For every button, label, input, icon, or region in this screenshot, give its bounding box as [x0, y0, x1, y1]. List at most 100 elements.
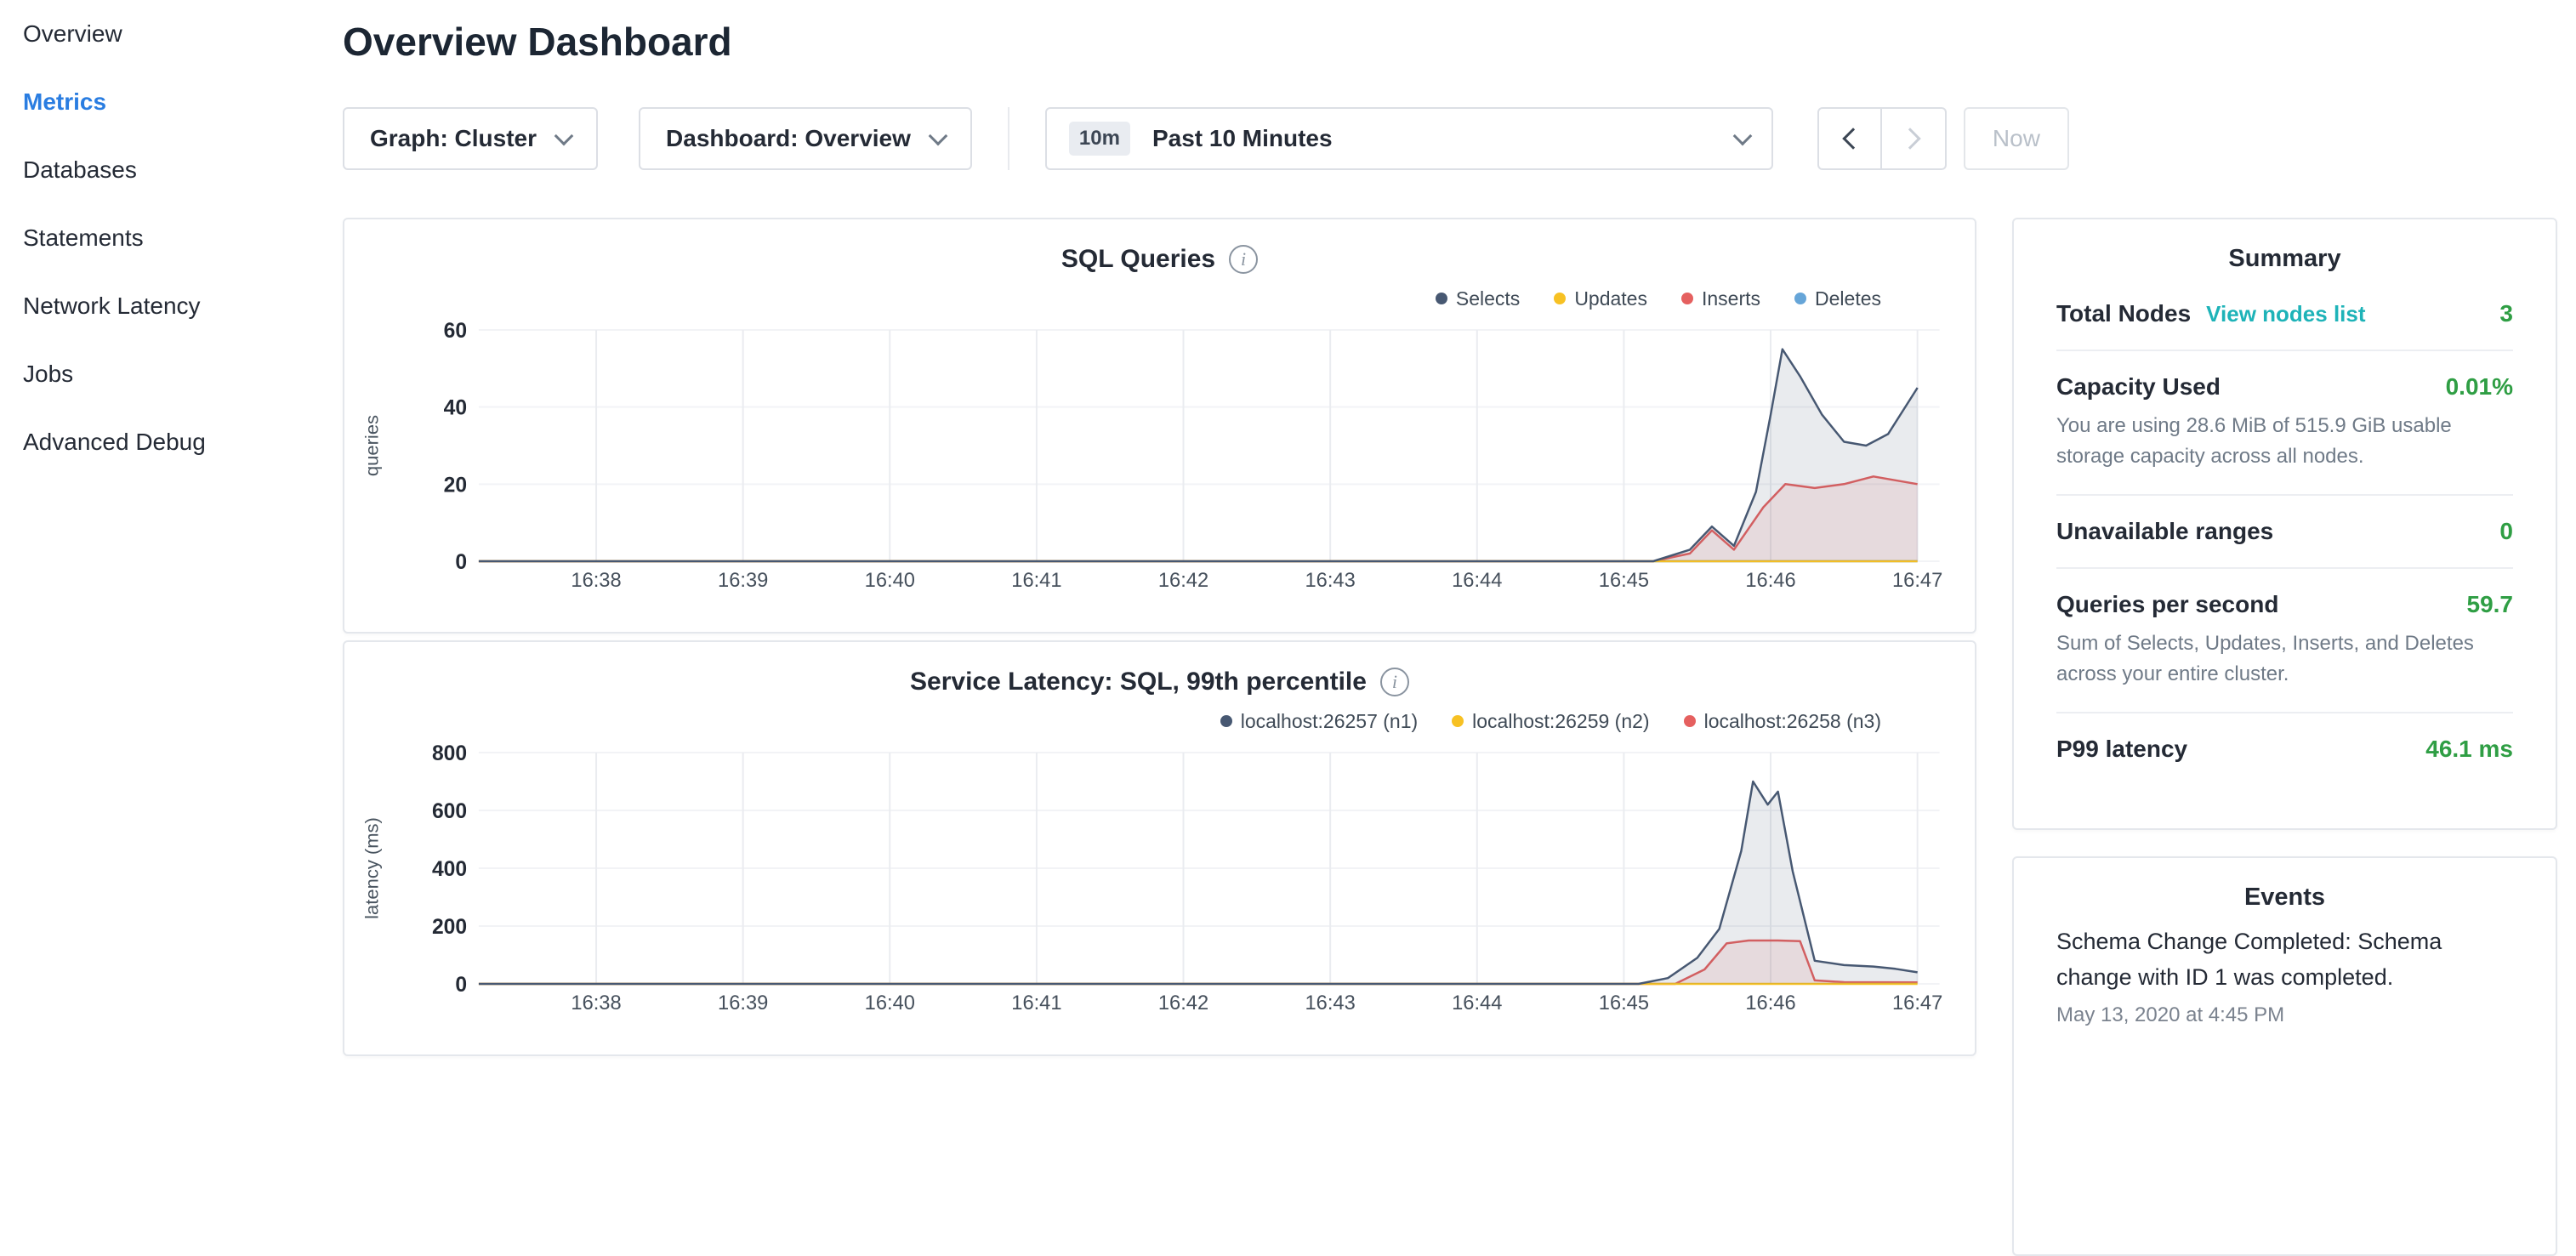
chevron-down-icon	[1733, 127, 1753, 146]
info-icon[interactable]: i	[1229, 245, 1258, 274]
svg-text:16:45: 16:45	[1599, 992, 1649, 1014]
time-back-button[interactable]	[1817, 107, 1882, 170]
time-forward-button[interactable]	[1882, 107, 1947, 170]
svg-text:40: 40	[444, 397, 467, 420]
svg-text:16:42: 16:42	[1158, 569, 1208, 592]
chevron-down-icon	[554, 127, 574, 146]
legend-item: Updates	[1554, 287, 1647, 310]
legend-item: Deletes	[1794, 287, 1881, 310]
svg-text:16:42: 16:42	[1158, 992, 1208, 1014]
svg-text:16:39: 16:39	[718, 569, 768, 592]
chart-legend: localhost:26257 (n1) localhost:26259 (n2)…	[344, 696, 1975, 734]
time-pager	[1817, 107, 1947, 170]
svg-text:16:47: 16:47	[1892, 569, 1942, 592]
now-button[interactable]: Now	[1964, 107, 2069, 170]
events-panel: Events Schema Change Completed: Schema c…	[2012, 856, 2557, 1256]
chart-legend: SelectsUpdatesInsertsDeletes	[344, 274, 1975, 311]
svg-text:16:45: 16:45	[1599, 569, 1649, 592]
svg-text:400: 400	[432, 858, 467, 881]
main-content: Overview Dashboard Graph: Cluster Dashbo…	[343, 0, 2576, 1051]
legend-dot-icon	[1220, 715, 1232, 727]
sidebar-item-advanced-debug[interactable]: Advanced Debug	[0, 408, 343, 476]
svg-text:16:44: 16:44	[1452, 569, 1502, 592]
svg-text:16:47: 16:47	[1892, 992, 1942, 1014]
graph-dropdown-label: Graph: Cluster	[370, 125, 537, 152]
sidebar-item-network-latency[interactable]: Network Latency	[0, 272, 343, 340]
legend-dot-icon	[1681, 293, 1693, 304]
svg-text:600: 600	[432, 800, 467, 823]
sidebar-item-metrics[interactable]: Metrics	[0, 68, 343, 136]
summary-row-value: 59.7	[2467, 591, 2514, 618]
svg-text:16:40: 16:40	[865, 569, 915, 592]
svg-text:16:40: 16:40	[865, 992, 915, 1014]
legend-item: localhost:26259 (n2)	[1452, 710, 1649, 733]
legend-item: Inserts	[1681, 287, 1760, 310]
sidebar-item-statements[interactable]: Statements	[0, 204, 343, 272]
sidebar: Overview Metrics Databases Statements Ne…	[0, 0, 343, 1051]
summary-row-label: Total Nodes	[2056, 300, 2191, 327]
toolbar-divider	[1008, 107, 1009, 170]
svg-text:200: 200	[432, 916, 467, 939]
svg-text:queries: queries	[361, 415, 383, 476]
chevron-down-icon	[929, 127, 948, 146]
svg-text:16:41: 16:41	[1011, 569, 1061, 592]
summary-row-value: 0	[2499, 518, 2513, 545]
service-latency-chart[interactable]: 020040060080016:3816:3916:4016:4116:4216…	[344, 742, 1975, 1023]
events-title: Events	[2056, 884, 2513, 912]
info-icon[interactable]: i	[1380, 668, 1409, 696]
sidebar-item-overview[interactable]: Overview	[0, 0, 343, 68]
legend-dot-icon	[1452, 715, 1464, 727]
summary-row-label: Capacity Used	[2056, 373, 2221, 401]
time-range-picker[interactable]: 10m Past 10 Minutes	[1045, 107, 1773, 170]
legend-item: localhost:26258 (n3)	[1684, 710, 1881, 733]
summary-row-label: Queries per second	[2056, 591, 2278, 618]
summary-row-queries-per-second: Queries per second 59.7 Sum of Selects, …	[2056, 567, 2513, 712]
sql-queries-chart[interactable]: 020406016:3816:3916:4016:4116:4216:4316:…	[344, 320, 1975, 600]
sidebar-item-jobs[interactable]: Jobs	[0, 340, 343, 408]
svg-text:16:46: 16:46	[1745, 569, 1795, 592]
svg-text:16:46: 16:46	[1745, 992, 1795, 1014]
svg-text:20: 20	[444, 474, 467, 497]
sql-queries-chart-card: SQL Queries i SelectsUpdatesInsertsDelet…	[343, 218, 1976, 634]
summary-row-p99-latency: P99 latency 46.1 ms	[2056, 712, 2513, 785]
legend-dot-icon	[1684, 715, 1696, 727]
time-range-label: Past 10 Minutes	[1152, 125, 1333, 152]
legend-dot-icon	[1794, 293, 1806, 304]
chart-title: SQL Queries	[1061, 245, 1215, 274]
svg-text:800: 800	[432, 742, 467, 765]
summary-panel: Summary Total Nodes View nodes list 3 Ca…	[2012, 218, 2557, 830]
summary-row-value: 0.01%	[2446, 373, 2513, 401]
svg-text:16:43: 16:43	[1305, 992, 1356, 1014]
svg-text:0: 0	[455, 974, 467, 997]
view-nodes-list-link[interactable]: View nodes list	[2206, 301, 2365, 327]
summary-row-description: Sum of Selects, Updates, Inserts, and De…	[2056, 628, 2513, 690]
summary-title: Summary	[2056, 245, 2513, 273]
dashboard-dropdown-label: Dashboard: Overview	[666, 125, 911, 152]
event-text: Schema Change Completed: Schema change w…	[2056, 924, 2513, 995]
svg-text:16:43: 16:43	[1305, 569, 1356, 592]
svg-text:16:38: 16:38	[571, 992, 621, 1014]
chevron-right-icon	[1899, 128, 1920, 149]
summary-row-description: You are using 28.6 MiB of 515.9 GiB usab…	[2056, 411, 2513, 472]
chart-title: Service Latency: SQL, 99th percentile	[910, 668, 1367, 696]
right-sidebar: Summary Total Nodes View nodes list 3 Ca…	[2012, 218, 2557, 1256]
toolbar: Graph: Cluster Dashboard: Overview 10m P…	[343, 107, 2557, 170]
chevron-left-icon	[1842, 128, 1863, 149]
summary-row-unavailable-ranges: Unavailable ranges 0	[2056, 494, 2513, 567]
legend-dot-icon	[1436, 293, 1447, 304]
svg-text:0: 0	[455, 551, 467, 574]
summary-row-capacity-used: Capacity Used 0.01% You are using 28.6 M…	[2056, 350, 2513, 494]
time-range-badge: 10m	[1069, 122, 1130, 156]
summary-row-total-nodes: Total Nodes View nodes list 3	[2056, 278, 2513, 350]
sidebar-item-databases[interactable]: Databases	[0, 136, 343, 204]
page-title: Overview Dashboard	[343, 19, 2557, 65]
summary-row-value: 46.1 ms	[2425, 736, 2513, 763]
event-item[interactable]: Schema Change Completed: Schema change w…	[2056, 924, 2513, 1027]
graph-dropdown[interactable]: Graph: Cluster	[343, 107, 598, 170]
svg-text:16:44: 16:44	[1452, 992, 1502, 1014]
summary-row-value: 3	[2499, 300, 2513, 327]
svg-text:latency (ms): latency (ms)	[361, 817, 383, 919]
dashboard-dropdown[interactable]: Dashboard: Overview	[639, 107, 972, 170]
legend-item: localhost:26257 (n1)	[1220, 710, 1418, 733]
svg-text:60: 60	[444, 320, 467, 343]
